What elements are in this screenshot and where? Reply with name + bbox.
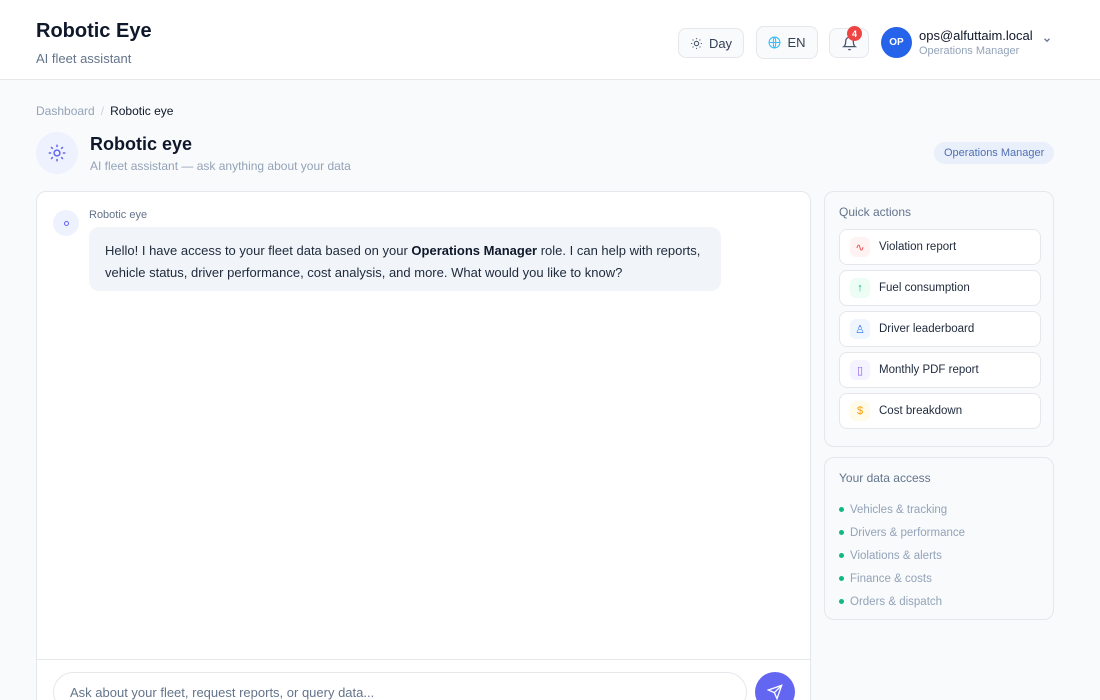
data-access-item: Drivers & performance [839,521,965,544]
status-dot-icon [839,576,844,581]
data-access-list: Vehicles & tracking Drivers & performance… [839,498,965,613]
status-dot-icon [839,530,844,535]
data-access-item: Orders & dispatch [839,590,965,613]
message-text: Hello! I have access to your fleet data … [105,243,412,258]
theme-toggle-button[interactable]: Day [678,28,744,58]
globe-icon [769,36,781,49]
page-title: Robotic eye [90,134,193,154]
quick-action-label: Cost breakdown [879,405,963,417]
quick-action-monthly-pdf-report[interactable]: ▯ Monthly PDF report [839,352,1041,388]
user-icon: ♙ [850,319,870,339]
status-dot-icon [839,507,844,512]
data-access-label: Orders & dispatch [850,595,943,608]
role-chip: Operations Manager [934,142,1055,164]
robotic-eye-icon [36,132,78,174]
quick-action-cost-breakdown[interactable]: $ Cost breakdown [839,393,1041,429]
quick-action-driver-leaderboard[interactable]: ♙ Driver leaderboard [839,311,1041,347]
quick-action-violation-report[interactable]: ∿ Violation report [839,229,1041,265]
quick-action-fuel-consumption[interactable]: ↑ Fuel consumption [839,270,1041,306]
bot-avatar-icon [53,210,79,236]
user-role: Operations Manager [919,45,1020,57]
notifications-button[interactable]: 4 [829,26,869,58]
quick-action-label: Fuel consumption [879,282,970,294]
file-icon: ▯ [850,360,870,380]
message-role: Operations Manager [411,243,538,258]
status-dot-icon [839,553,844,558]
data-access-label: Finance & costs [850,572,932,585]
arrow-up-icon: ↑ [850,278,870,298]
app-title: Robotic Eye [36,20,152,42]
top-header: Robotic Eye AI fleet assistant Day EN 4 … [0,0,1100,80]
theme-label: Day [708,35,733,51]
chat-input[interactable] [53,672,747,700]
chat-panel: Robotic eye Hello! I have access to your… [36,191,811,700]
user-email[interactable]: ops@alfuttaim.local [919,28,1033,43]
quick-action-label: Violation report [879,241,957,253]
page-subtitle: AI fleet assistant — ask anything about … [90,159,351,173]
breadcrumb-dashboard[interactable]: Dashboard [36,104,95,118]
breadcrumb-current: Robotic eye [110,104,174,118]
message-sender: Robotic eye [89,209,148,221]
data-access-title: Your data access [839,471,931,485]
send-button[interactable] [755,672,795,700]
assistant-message: Hello! I have access to your fleet data … [89,227,721,291]
data-access-label: Drivers & performance [850,526,966,539]
quick-action-label: Driver leaderboard [879,323,975,335]
data-access-item: Finance & costs [839,567,965,590]
sun-icon [691,37,702,49]
data-access-item: Violations & alerts [839,544,965,567]
chat-composer [37,659,810,700]
breadcrumb: Dashboard / Robotic eye [36,104,173,118]
language-button[interactable]: EN [756,26,818,59]
status-dot-icon [839,599,844,604]
quick-action-label: Monthly PDF report [879,364,979,376]
data-access-label: Violations & alerts [850,549,942,562]
app-subtitle: AI fleet assistant [36,51,132,66]
send-icon [767,684,783,700]
quick-actions-title: Quick actions [839,205,912,219]
data-access-item: Vehicles & tracking [839,498,965,521]
quick-actions-card: Quick actions ∿ Violation report ↑ Fuel con… [824,191,1054,447]
chevron-down-icon[interactable] [1042,34,1052,48]
activity-icon: ∿ [850,237,870,257]
data-access-card: Your data access Vehicles & tracking Driv… [824,457,1054,620]
notification-badge: 4 [847,26,862,41]
data-access-label: Vehicles & tracking [850,503,948,516]
dollar-icon: $ [850,401,870,421]
avatar[interactable]: OP [881,27,912,58]
breadcrumb-separator: / [100,104,105,118]
language-label: EN [787,35,806,50]
